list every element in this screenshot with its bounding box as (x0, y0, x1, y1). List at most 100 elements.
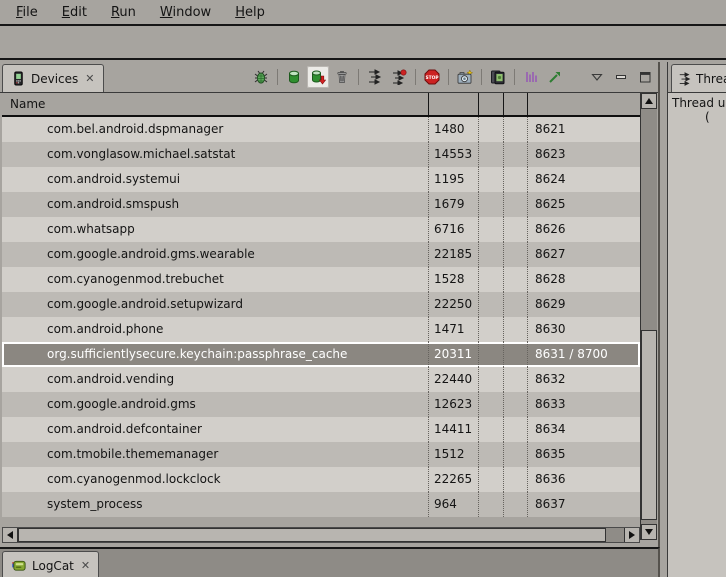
cell-pid: 1471 (429, 317, 479, 342)
cell-c4 (504, 117, 528, 142)
horizontal-scrollbar-thumb[interactable] (18, 528, 606, 542)
cell-c4 (504, 292, 528, 317)
threads-tabbar: Threads (668, 62, 726, 93)
cell-name: com.google.android.gms (2, 392, 429, 417)
cell-pid: 22250 (429, 292, 479, 317)
scroll-left-button[interactable] (3, 528, 18, 542)
cell-port: 8624 (528, 167, 640, 192)
cell-c3 (479, 242, 504, 267)
column-header-3[interactable] (479, 93, 504, 115)
table-row[interactable]: com.tmobile.thememanager15128635 (2, 442, 640, 467)
cell-name: com.android.smspush (2, 192, 429, 217)
cell-c3 (479, 192, 504, 217)
cell-pid: 1195 (429, 167, 479, 192)
vertical-scrollbar[interactable] (640, 93, 657, 540)
tab-threads[interactable]: Threads (671, 64, 726, 92)
minimize-button[interactable] (610, 66, 632, 88)
cell-name: com.google.android.setupwizard (2, 292, 429, 317)
tab-logcat[interactable]: LogCat ✕ (2, 551, 99, 577)
cell-c4 (504, 492, 528, 517)
cell-c3 (479, 342, 504, 367)
cell-c3 (479, 142, 504, 167)
heap-icon (286, 69, 302, 85)
arrow-up-icon (645, 98, 653, 104)
menu-item-file[interactable]: File (4, 2, 50, 23)
table-row[interactable]: com.android.defcontainer144118634 (2, 417, 640, 442)
threads-content: Thread up ( (668, 93, 726, 577)
column-header-pid[interactable] (429, 93, 479, 115)
cell-pid: 12623 (429, 392, 479, 417)
cell-name: com.android.systemui (2, 167, 429, 192)
menu-item-run[interactable]: Run (99, 2, 148, 23)
stop-icon: STOP (424, 69, 440, 85)
start-method-profiling-button[interactable] (388, 66, 410, 88)
cause-gc-button[interactable] (331, 66, 353, 88)
device-table-body: com.bel.android.dspmanager14808621com.vo… (2, 117, 640, 517)
table-row[interactable]: com.google.android.gms.wearable221858627 (2, 242, 640, 267)
table-row[interactable]: com.android.vending224408632 (2, 367, 640, 392)
cell-pid: 1512 (429, 442, 479, 467)
trash-icon (334, 69, 350, 85)
table-row[interactable]: com.google.android.gms126238633 (2, 392, 640, 417)
cell-name: com.cyanogenmod.lockclock (2, 467, 429, 492)
cell-port: 8625 (528, 192, 640, 217)
debug-process-button[interactable] (250, 66, 272, 88)
cell-port: 8628 (528, 267, 640, 292)
cell-pid: 22185 (429, 242, 479, 267)
dump-hprof-button[interactable] (307, 66, 329, 88)
cell-port: 8621 (528, 117, 640, 142)
stop-process-button[interactable]: STOP (421, 66, 443, 88)
update-heap-button[interactable] (283, 66, 305, 88)
tab-devices[interactable]: Devices ✕ (2, 64, 104, 92)
view-menu-button[interactable] (586, 66, 608, 88)
screen-capture-multiple-button[interactable] (487, 66, 509, 88)
cell-c4 (504, 142, 528, 167)
heap-dump-icon (310, 69, 326, 85)
chevron-down-icon (590, 70, 604, 84)
column-header-name[interactable]: Name (2, 93, 429, 115)
vertical-scrollbar-thumb[interactable] (641, 330, 657, 520)
capture-systrace-button[interactable] (520, 66, 542, 88)
table-row[interactable]: com.google.android.setupwizard222508629 (2, 292, 640, 317)
arrow-right-icon (629, 531, 635, 539)
table-row[interactable]: com.cyanogenmod.trebuchet15288628 (2, 267, 640, 292)
toolbar-separator (415, 69, 416, 85)
table-row[interactable]: com.vonglasow.michael.satstat145538623 (2, 142, 640, 167)
table-row[interactable]: com.android.phone14718630 (2, 317, 640, 342)
update-threads-button[interactable] (364, 66, 386, 88)
green-arrow-icon (547, 69, 563, 85)
table-row[interactable]: com.cyanogenmod.lockclock222658636 (2, 467, 640, 492)
cell-c3 (479, 217, 504, 242)
toolbar-separator (448, 69, 449, 85)
close-icon[interactable]: ✕ (83, 72, 94, 85)
table-row[interactable]: com.android.systemui1195 8624 (2, 167, 640, 192)
column-header-port[interactable] (528, 93, 640, 115)
scroll-right-button[interactable] (624, 528, 639, 542)
table-row[interactable]: system_process9648637 (2, 492, 640, 517)
column-header-4[interactable] (504, 93, 528, 115)
cell-pid: 14553 (429, 142, 479, 167)
cell-pid: 964 (429, 492, 479, 517)
cell-port: 8635 (528, 442, 640, 467)
horizontal-scrollbar[interactable] (2, 527, 640, 543)
start-opengl-trace-button[interactable] (544, 66, 566, 88)
table-row-selected[interactable]: org.sufficientlysecure.keychain:passphra… (2, 342, 640, 367)
threads-icon (367, 69, 383, 85)
cell-c4 (504, 317, 528, 342)
toolbar-empty-strip (0, 28, 726, 60)
scroll-down-button[interactable] (641, 524, 657, 540)
cell-port: 8632 (528, 367, 640, 392)
maximize-button[interactable] (634, 66, 656, 88)
close-icon[interactable]: ✕ (79, 559, 90, 572)
menu-item-edit[interactable]: Edit (50, 2, 99, 23)
toolbar-separator (514, 69, 515, 85)
scroll-up-button[interactable] (641, 93, 657, 109)
menu-item-window[interactable]: Window (148, 2, 223, 23)
table-row[interactable]: com.android.smspush16798625 (2, 192, 640, 217)
threads-view: Threads Thread up ( (667, 62, 726, 577)
systrace-bars-icon (523, 69, 539, 85)
table-row[interactable]: com.bel.android.dspmanager14808621 (2, 117, 640, 142)
table-row[interactable]: com.whatsapp67168626 (2, 217, 640, 242)
screen-capture-button[interactable] (454, 66, 476, 88)
menu-item-help[interactable]: Help (223, 2, 277, 23)
